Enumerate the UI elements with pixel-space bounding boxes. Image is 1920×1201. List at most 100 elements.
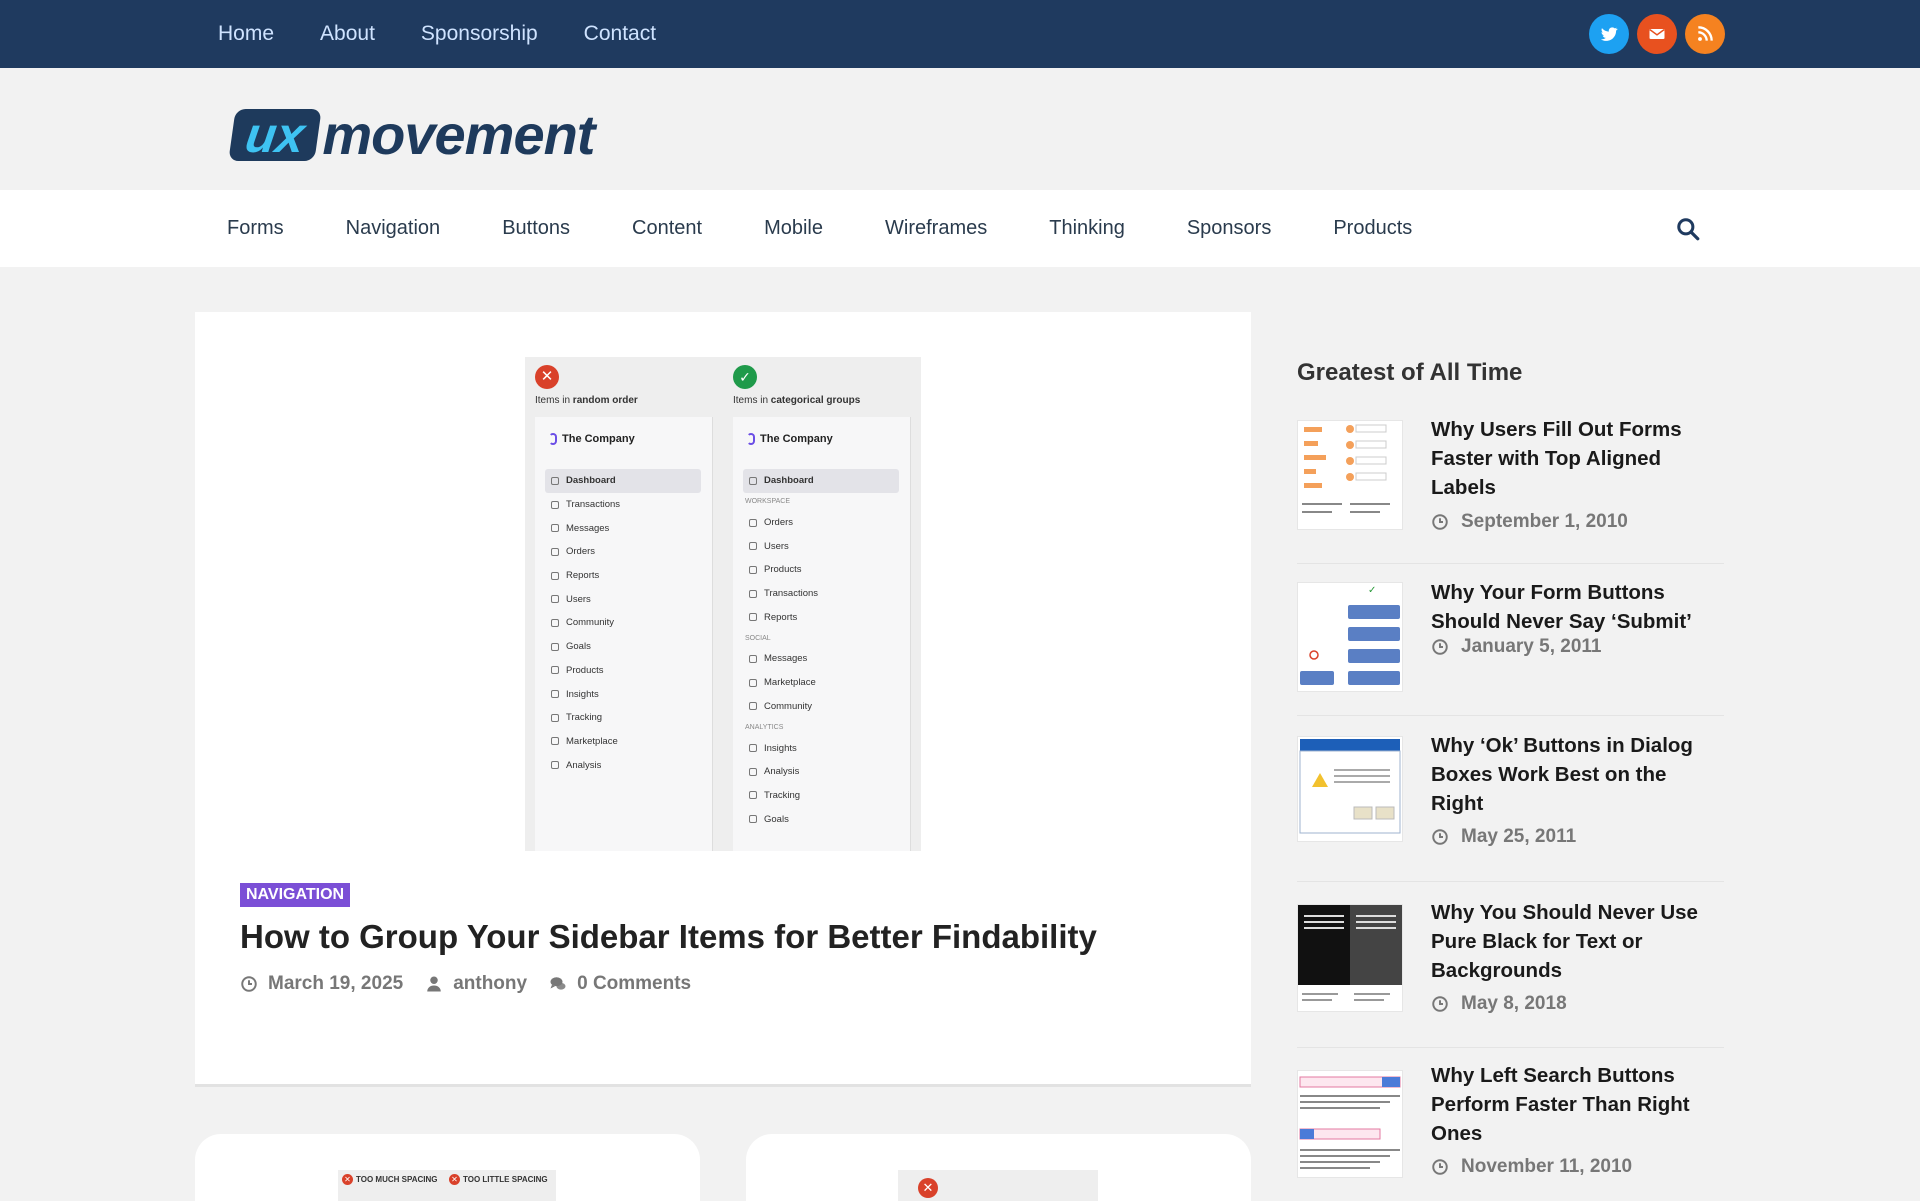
sidebar-post-title: Why Your Form Buttons Should Never Say ‘… <box>1431 581 1692 633</box>
sidebar-post-title: Why Left Search Buttons Perform Faster T… <box>1431 1064 1690 1145</box>
mock-nav-item: Goals <box>545 635 701 659</box>
sidebar-post[interactable]: Why Left Search Buttons Perform Faster T… <box>1297 1048 1724 1198</box>
top-nav-about[interactable]: About <box>320 22 375 46</box>
logo-movement: movement <box>322 103 595 166</box>
cat-thinking[interactable]: Thinking <box>1049 217 1125 240</box>
post-card[interactable]: ✕ <box>746 1134 1251 1201</box>
logo-ux: ux <box>228 107 323 163</box>
mock-item-icon <box>551 595 559 604</box>
mock-nav-item: Transactions <box>545 493 701 517</box>
mock-nav-item: Products <box>545 659 701 683</box>
sidebar-post-thumbnail <box>1297 420 1403 530</box>
top-nav-home[interactable]: Home <box>218 22 274 46</box>
mock-nav-item: Dashboard <box>743 469 899 493</box>
top-nav-sponsorship[interactable]: Sponsorship <box>421 22 538 46</box>
sidebar-post-title: Why ‘Ok’ Buttons in Dialog Boxes Work Be… <box>1431 734 1693 815</box>
post-thumbnail: ✕ TOO MUCH SPACING ✕ TOO LITTLE SPACING <box>338 1170 556 1201</box>
spacing-label: ✕ TOO MUCH SPACING <box>342 1174 437 1185</box>
mock-item-icon <box>749 518 757 527</box>
mock-item-icon <box>551 642 559 651</box>
rss-icon[interactable] <box>1685 14 1725 54</box>
category-tag[interactable]: NAVIGATION <box>240 883 351 907</box>
sidebar-post-thumbnail <box>1297 736 1403 842</box>
mock-item-icon <box>749 565 757 574</box>
post-title[interactable]: How to Group Your Sidebar Items for Bett… <box>240 918 1097 956</box>
sidebar-post-date: November 11, 2010 <box>1431 1156 1632 1178</box>
svg-text:✓: ✓ <box>1368 585 1376 596</box>
email-icon[interactable] <box>1637 14 1677 54</box>
top-bar: Home About Sponsorship Contact <box>0 0 1920 68</box>
mock-item-icon <box>749 678 757 687</box>
clock-icon <box>1432 996 1448 1012</box>
mock-nav-item: Community <box>743 695 899 719</box>
mock-nav-item: Transactions <box>743 582 899 606</box>
mock-nav-item: Orders <box>743 511 899 535</box>
twitter-icon[interactable] <box>1589 14 1629 54</box>
post-comments[interactable]: 0 Comments <box>549 973 691 995</box>
mock-item-icon <box>551 761 559 770</box>
mock-item-icon <box>749 767 757 776</box>
sidebar-post-date: September 1, 2010 <box>1431 511 1628 533</box>
sidebar-post[interactable]: ✓ Why Your Form Buttons Should Never Say… <box>1297 564 1724 716</box>
post-card[interactable]: ✕ TOO MUCH SPACING ✕ TOO LITTLE SPACING <box>195 1134 700 1201</box>
post-date: March 19, 2025 <box>240 973 403 995</box>
cat-navigation[interactable]: Navigation <box>346 217 441 240</box>
cat-mobile[interactable]: Mobile <box>764 217 823 240</box>
mock-item-icon <box>551 571 559 580</box>
cat-forms[interactable]: Forms <box>227 217 284 240</box>
x-icon: ✕ <box>342 1174 353 1185</box>
cat-wireframes[interactable]: Wireframes <box>885 217 987 240</box>
mock-nav-item: Marketplace <box>743 671 899 695</box>
mock-nav-item: Messages <box>743 647 899 671</box>
sidebar-post-title: Why You Should Never Use Pure Black for … <box>1431 901 1698 982</box>
company-logo-icon <box>549 433 557 445</box>
mock-nav-item: Messages <box>545 516 701 540</box>
mock-item-icon <box>749 654 757 663</box>
mock-nav-item: Users <box>545 587 701 611</box>
top-nav: Home About Sponsorship Contact <box>218 0 656 68</box>
mock-section-label: WORKSPACE <box>745 498 790 506</box>
mock-nav-item: Reports <box>743 605 899 629</box>
sidebar-post-date: January 5, 2011 <box>1431 636 1602 658</box>
sidebar-post-title: Why Users Fill Out Forms Faster with Top… <box>1431 418 1682 499</box>
mock-nav-item: Tracking <box>545 706 701 730</box>
user-icon <box>427 976 441 992</box>
clock-icon <box>1432 1159 1448 1175</box>
featured-post-card: ✕ Items in random order The Company Dash… <box>195 312 1251 1087</box>
image-right-list: Dashboard WORKSPACE Orders Users Products Tra… <box>743 469 899 831</box>
post-author[interactable]: anthony <box>425 973 527 995</box>
mock-nav-item: Analysis <box>545 753 701 777</box>
cat-products[interactable]: Products <box>1333 217 1412 240</box>
cat-buttons[interactable]: Buttons <box>502 217 570 240</box>
clock-icon <box>1432 514 1448 530</box>
mock-item-icon <box>749 702 757 711</box>
mock-item-icon <box>749 815 757 824</box>
mock-nav-item: Community <box>545 611 701 635</box>
social-links <box>1589 14 1725 54</box>
clock-icon <box>1432 829 1448 845</box>
search-icon[interactable] <box>1675 216 1701 242</box>
top-nav-contact[interactable]: Contact <box>584 22 656 46</box>
cat-sponsors[interactable]: Sponsors <box>1187 217 1272 240</box>
sidebar-post[interactable]: Why Users Fill Out Forms Faster with Top… <box>1297 412 1724 564</box>
clock-icon <box>241 976 257 992</box>
mock-item-icon <box>749 589 757 598</box>
company-name: The Company <box>747 433 833 445</box>
mock-nav-item: Insights <box>545 682 701 706</box>
sidebar-post[interactable]: Why You Should Never Use Pure Black for … <box>1297 882 1724 1048</box>
mock-nav-item: Reports <box>545 564 701 588</box>
site-logo[interactable]: ux movement <box>228 102 595 167</box>
sidebar-heading: Greatest of All Time <box>1297 359 1523 386</box>
mock-item-icon <box>749 613 757 622</box>
spacing-label: ✕ TOO LITTLE SPACING <box>449 1174 548 1185</box>
sidebar-post-list: Why Users Fill Out Forms Faster with Top… <box>1297 412 1724 1198</box>
cat-content[interactable]: Content <box>632 217 702 240</box>
sidebar-post-date: May 25, 2011 <box>1431 826 1576 848</box>
sidebar-post[interactable]: Why ‘Ok’ Buttons in Dialog Boxes Work Be… <box>1297 716 1724 882</box>
mock-item-icon <box>749 542 757 551</box>
comments-icon <box>550 977 566 990</box>
mock-item-icon <box>749 744 757 753</box>
featured-image[interactable]: ✕ Items in random order The Company Dash… <box>525 357 921 851</box>
category-bar: Forms Navigation Buttons Content Mobile … <box>0 190 1920 267</box>
image-left-caption: Items in random order <box>535 395 638 406</box>
